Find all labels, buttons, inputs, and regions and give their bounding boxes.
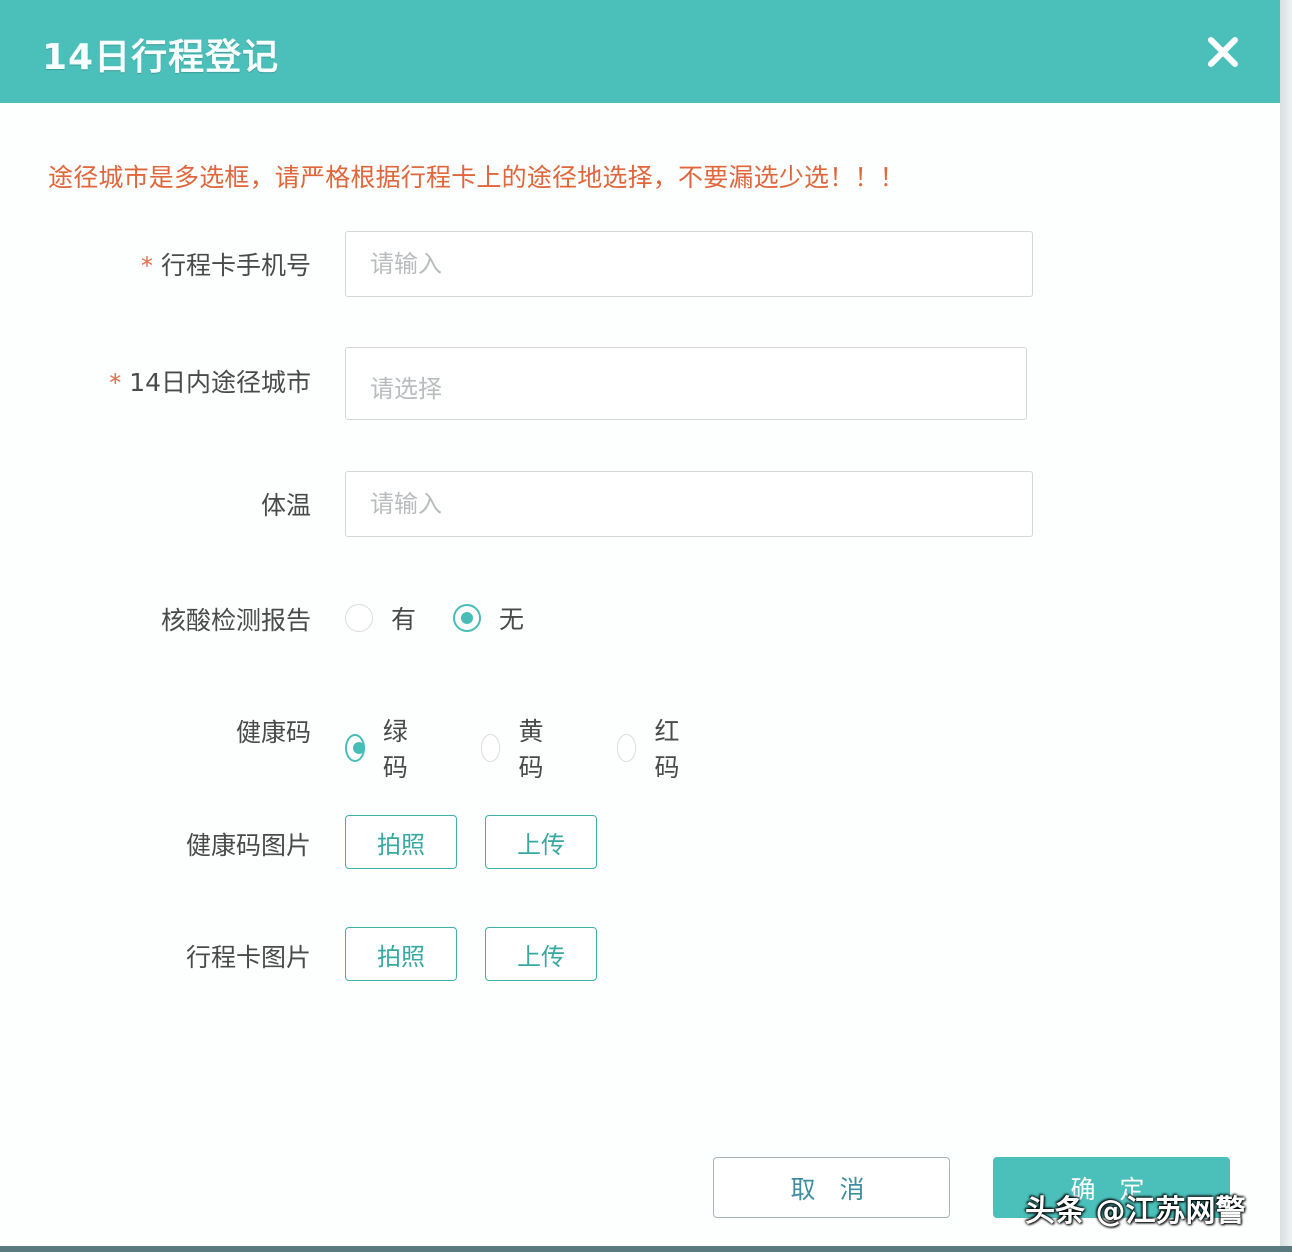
trip-card-photo-button[interactable]: 拍照 xyxy=(345,927,457,981)
cities-select[interactable]: 请选择 xyxy=(345,347,1027,420)
health-code-option-red[interactable]: 红码 xyxy=(617,712,688,784)
radio-label: 无 xyxy=(499,605,525,634)
health-code-option-yellow[interactable]: 黄码 xyxy=(481,712,552,784)
phone-label: * 行程卡手机号 xyxy=(141,246,311,282)
background-edge-bottom xyxy=(0,1246,1292,1252)
watermark: 头条 @江苏网警 xyxy=(1025,1194,1246,1229)
health-code-photo-button[interactable]: 拍照 xyxy=(345,815,457,869)
cities-select-placeholder: 请选择 xyxy=(370,375,442,403)
radio-label: 绿码 xyxy=(382,717,408,782)
trip-card-upload-button[interactable]: 上传 xyxy=(485,927,597,981)
cancel-button[interactable]: 取 消 xyxy=(713,1157,950,1218)
radio-label: 黄码 xyxy=(518,717,544,782)
dialog-title: 14日行程登记 xyxy=(42,37,280,78)
phone-label-text: 行程卡手机号 xyxy=(160,251,311,280)
radio-circle-checked xyxy=(345,734,365,762)
health-code-label: 健康码 xyxy=(235,718,311,747)
radio-circle xyxy=(481,734,501,762)
radio-label: 红码 xyxy=(654,717,680,782)
radio-circle-checked xyxy=(453,604,481,632)
trip-registration-dialog: 14日行程登记 途径城市是多选框，请严格根据行程卡上的途径地选择，不要漏选少选！… xyxy=(0,0,1280,1246)
dialog-header: 14日行程登记 xyxy=(0,0,1280,103)
radio-circle xyxy=(345,604,373,632)
required-mark: * xyxy=(109,369,122,397)
radio-label: 有 xyxy=(391,605,417,634)
nucleic-report-label: 核酸检测报告 xyxy=(160,606,311,635)
nucleic-report-option-yes[interactable]: 有 xyxy=(345,600,416,636)
close-icon xyxy=(1208,37,1238,67)
cities-label-text: 14日内途径城市 xyxy=(129,368,311,397)
close-button[interactable] xyxy=(1203,32,1243,72)
phone-input[interactable] xyxy=(345,231,1033,297)
health-code-image-label: 健康码图片 xyxy=(185,831,311,860)
radio-circle xyxy=(617,734,637,762)
cities-label: * 14日内途径城市 xyxy=(109,363,311,399)
temperature-input[interactable] xyxy=(345,471,1033,537)
background-edge xyxy=(1280,0,1292,1252)
required-mark: * xyxy=(140,252,153,280)
warning-message: 途径城市是多选框，请严格根据行程卡上的途径地选择，不要漏选少选！！！ xyxy=(48,163,905,192)
nucleic-report-option-no[interactable]: 无 xyxy=(453,600,524,636)
health-code-upload-button[interactable]: 上传 xyxy=(485,815,597,869)
health-code-option-green[interactable]: 绿码 xyxy=(345,712,416,784)
trip-card-image-label: 行程卡图片 xyxy=(185,943,311,972)
temperature-label: 体温 xyxy=(260,491,311,520)
